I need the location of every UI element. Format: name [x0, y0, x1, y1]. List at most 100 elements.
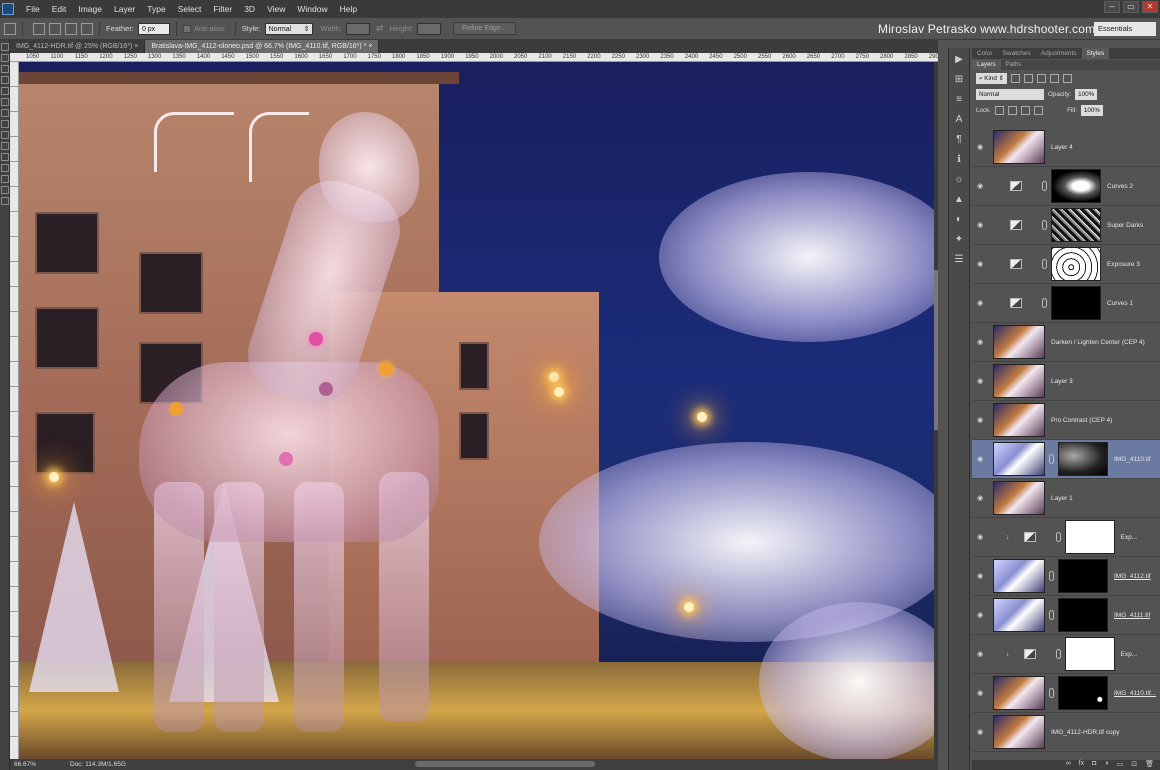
antialias-checkbox[interactable] — [182, 24, 191, 33]
link-chain-icon[interactable] — [1049, 454, 1054, 464]
intersect-selection-icon[interactable] — [81, 22, 93, 35]
zoom-level[interactable]: 66.67% — [10, 761, 50, 768]
paragraph-icon[interactable]: ¶ — [953, 134, 965, 146]
width-input[interactable] — [345, 22, 370, 35]
visibility-eye-icon[interactable]: ◉ — [972, 533, 988, 541]
link-layers-icon[interactable]: ∞ — [1066, 760, 1071, 770]
menu-edit[interactable]: Edit — [46, 4, 73, 14]
visibility-eye-icon[interactable]: ◉ — [972, 611, 988, 619]
pixel-filter-icon[interactable] — [1010, 73, 1020, 83]
layer-row[interactable]: ◉ Darken / Lighten Center (CEP 4) — [972, 323, 1160, 362]
layer-row[interactable]: ◉ Layer 1 — [972, 479, 1160, 518]
marquee-tool-icon[interactable] — [4, 22, 16, 35]
minimize-button[interactable]: – — [1104, 1, 1120, 13]
swap-icon[interactable]: ⇄ — [376, 23, 384, 34]
layer-style-icon[interactable]: fx — [1079, 760, 1084, 770]
link-chain-icon[interactable] — [1049, 610, 1054, 620]
info-icon[interactable]: ℹ — [953, 154, 965, 166]
menu-filter[interactable]: Filter — [207, 4, 238, 14]
menu-view[interactable]: View — [261, 4, 291, 14]
clone-source-icon[interactable]: ✦ — [953, 234, 965, 246]
layer-row[interactable]: ◉ Exposure 3 — [972, 245, 1160, 284]
link-chain-icon[interactable] — [1042, 298, 1047, 308]
quick-select-tool-icon[interactable] — [1, 76, 9, 84]
layer-row[interactable]: ◉ Layer 3 — [972, 362, 1160, 401]
feather-input[interactable]: 0 px — [137, 22, 170, 35]
history-icon[interactable]: ⊞ — [953, 74, 965, 86]
layer-row[interactable]: ◉ Pro Contrast (CEP 4) — [972, 401, 1160, 440]
layer-row[interactable]: ◉ Super Darks — [972, 206, 1160, 245]
link-chain-icon[interactable] — [1055, 532, 1061, 542]
layer-row[interactable]: ◉ IMG_4111.tif — [972, 596, 1160, 635]
tab-layers[interactable]: Layers — [972, 60, 1001, 70]
adjustment-filter-icon[interactable] — [1023, 73, 1033, 83]
layer-row[interactable]: ◉ ↓ Exp... — [972, 635, 1160, 674]
dodge-tool-icon[interactable] — [1, 175, 9, 183]
blend-mode-select[interactable]: Normal — [976, 88, 1044, 100]
histogram-icon[interactable]: ▲ — [953, 194, 965, 206]
vertical-scroll-thumb[interactable] — [934, 270, 938, 430]
add-mask-icon[interactable]: ◘ — [1092, 760, 1096, 770]
lock-all-icon[interactable] — [1034, 105, 1044, 115]
new-group-icon[interactable]: ▭ — [1117, 760, 1124, 770]
visibility-eye-icon[interactable]: ◉ — [972, 494, 988, 502]
tab-color[interactable]: Color — [972, 48, 998, 59]
opacity-input[interactable]: 100% — [1075, 88, 1098, 100]
shape-filter-icon[interactable] — [1049, 73, 1059, 83]
layer-row[interactable]: ◉ IMG_4112-HDR.tif copy — [972, 713, 1160, 752]
visibility-eye-icon[interactable]: ◉ — [972, 728, 988, 736]
visibility-eye-icon[interactable]: ◉ — [972, 689, 988, 697]
image-canvas[interactable] — [19, 62, 934, 759]
close-tab-icon[interactable]: × — [368, 43, 372, 50]
maximize-button[interactable]: ▭ — [1123, 1, 1139, 13]
visibility-eye-icon[interactable]: ◉ — [972, 338, 988, 346]
fill-input[interactable]: 100% — [1080, 104, 1103, 116]
refine-edge-button[interactable]: Refine Edge... — [453, 22, 516, 35]
history-brush-icon[interactable] — [1, 142, 9, 150]
menu-file[interactable]: File — [20, 4, 46, 14]
style-select[interactable]: Normal — [264, 22, 313, 36]
move-tool-icon[interactable] — [1, 43, 9, 51]
new-selection-icon[interactable] — [33, 22, 45, 35]
lock-pixels-icon[interactable] — [1008, 105, 1018, 115]
tab-styles[interactable]: Styles — [1081, 48, 1110, 59]
new-adjustment-icon[interactable]: ◑ — [1104, 760, 1108, 770]
menu-window[interactable]: Window — [291, 4, 333, 14]
subtract-selection-icon[interactable] — [65, 22, 77, 35]
visibility-eye-icon[interactable]: ◉ — [972, 260, 988, 268]
menu-3d[interactable]: 3D — [238, 4, 261, 14]
tab-swatches[interactable]: Swatches — [998, 48, 1036, 59]
menu-layer[interactable]: Layer — [108, 4, 141, 14]
close-tab-icon[interactable]: × — [134, 43, 138, 50]
lock-transparency-icon[interactable] — [995, 105, 1005, 115]
tab-paths[interactable]: Paths — [1001, 60, 1027, 70]
marquee-tool-icon[interactable] — [1, 54, 9, 62]
visibility-eye-icon[interactable]: ◉ — [972, 455, 988, 463]
menu-select[interactable]: Select — [172, 4, 208, 14]
link-chain-icon[interactable] — [1042, 220, 1047, 230]
tab-bratislava-psd[interactable]: Bratislava-IMG_4112-oloneo.psd @ 66.7% (… — [145, 40, 380, 53]
healing-tool-icon[interactable] — [1, 109, 9, 117]
lock-position-icon[interactable] — [1021, 105, 1031, 115]
height-input[interactable] — [417, 22, 442, 35]
menu-type[interactable]: Type — [141, 4, 171, 14]
crop-tool-icon[interactable] — [1, 87, 9, 95]
visibility-eye-icon[interactable]: ◉ — [972, 221, 988, 229]
visibility-eye-icon[interactable]: ◉ — [972, 182, 988, 190]
tab-img-4112-hdr[interactable]: IMG_4112-HDR.tif @ 25% (RGB/16*) × — [10, 40, 146, 53]
brush-tool-icon[interactable] — [1, 120, 9, 128]
layer-row[interactable]: ◉ Layer 4 — [972, 128, 1160, 167]
stamp-tool-icon[interactable] — [1, 131, 9, 139]
brush-presets-icon[interactable]: ≡ — [953, 94, 965, 106]
type-filter-icon[interactable] — [1036, 73, 1046, 83]
delete-layer-icon[interactable]: 🗑 — [1145, 760, 1154, 770]
layer-row[interactable]: ◉ ↓ Exp... — [972, 518, 1160, 557]
add-selection-icon[interactable] — [49, 22, 61, 35]
adjust-icon[interactable]: ☼ — [953, 174, 965, 186]
doc-size[interactable]: Doc: 114.3M/1.65G — [50, 761, 126, 768]
pen-tool-icon[interactable] — [1, 186, 9, 194]
visibility-eye-icon[interactable]: ◉ — [972, 572, 988, 580]
menu-image[interactable]: Image — [72, 4, 108, 14]
new-layer-icon[interactable]: ⊡ — [1131, 760, 1137, 770]
layer-row-selected[interactable]: ◉ IMG_4110.tif — [972, 440, 1160, 479]
